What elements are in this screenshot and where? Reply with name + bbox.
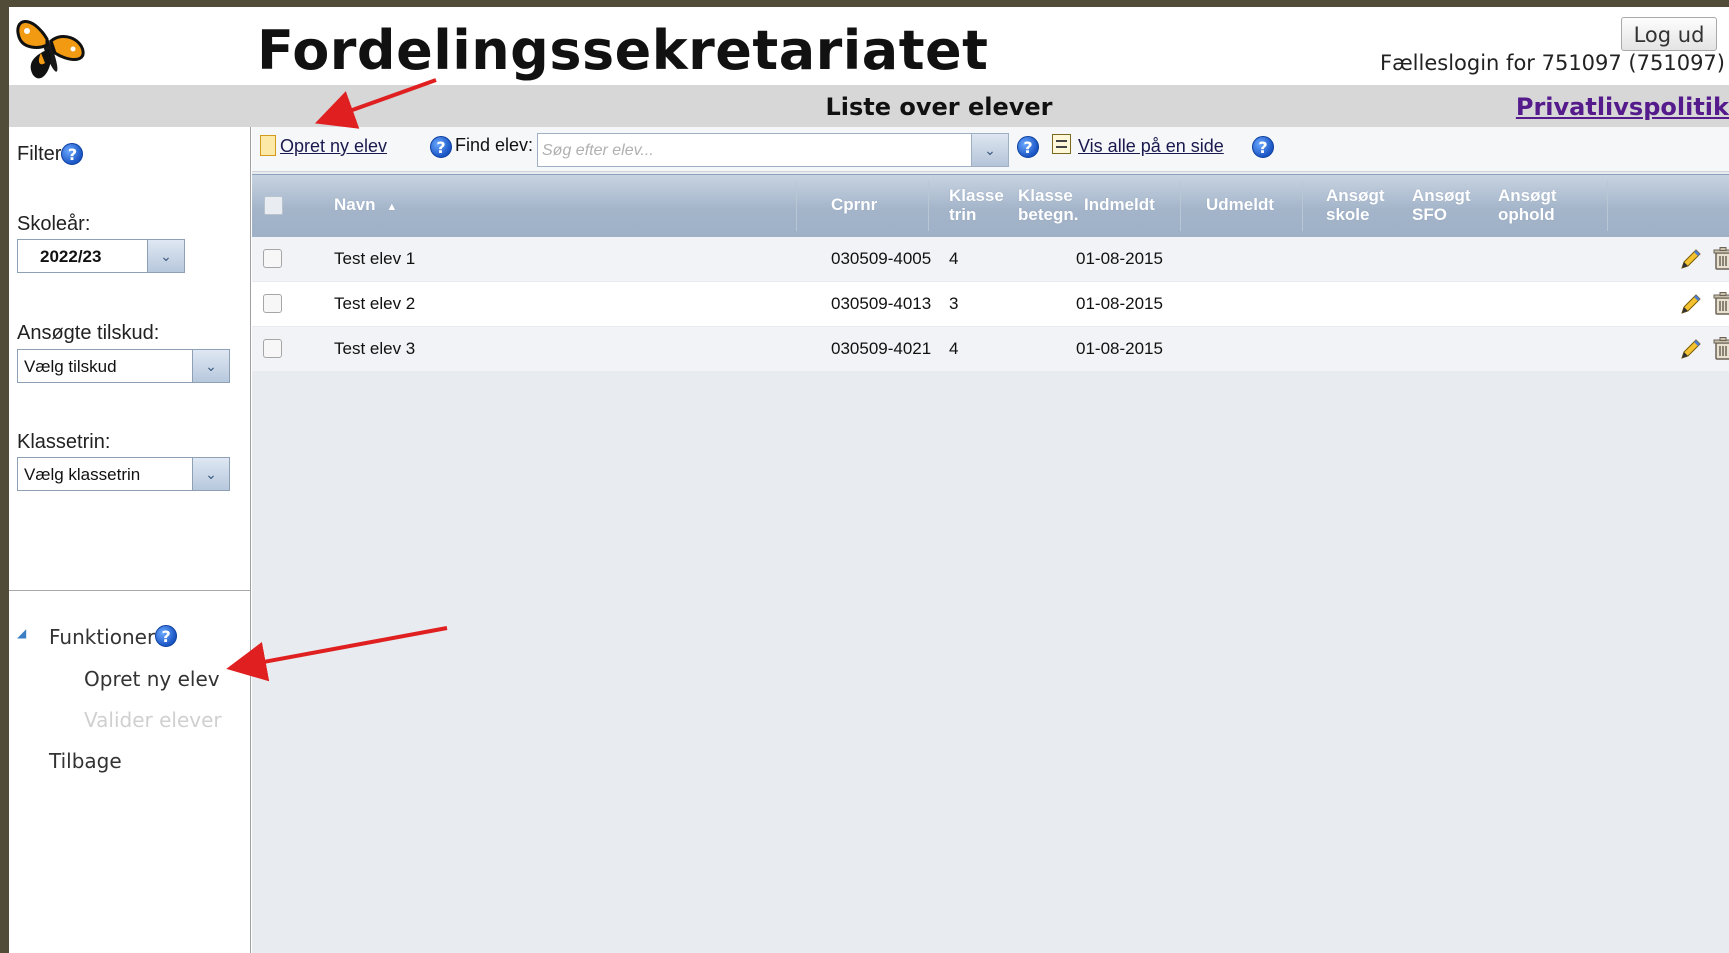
help-icon[interactable]: ?	[1017, 136, 1039, 158]
create-student-link[interactable]: Opret ny elev	[280, 136, 387, 157]
column-applied-school-line1: Ansøgt	[1326, 186, 1385, 205]
column-applied-sfo-line1: Ansøgt	[1412, 186, 1471, 205]
edit-pencil-icon[interactable]	[1679, 247, 1703, 271]
chevron-down-icon[interactable]: ⌄	[971, 134, 1008, 166]
new-document-icon	[260, 135, 276, 156]
row-checkbox[interactable]	[263, 249, 282, 268]
filter-heading: Filter?	[17, 143, 84, 166]
cell-grade: 3	[949, 294, 959, 313]
table-row[interactable]: Test elev 1 030509-4005 4 01-08-2015	[252, 237, 1729, 281]
cell-enrolled: 01-08-2015	[1076, 294, 1163, 313]
grade-select[interactable]: Vælg klassetrin ⌄	[17, 457, 230, 491]
school-year-value: 2022/23	[40, 247, 102, 266]
column-separator	[1302, 181, 1303, 231]
column-header-applied-stay[interactable]: Ansøgt ophold	[1498, 186, 1557, 224]
page-subtitle: Liste over elever	[825, 93, 1053, 121]
student-search-combo[interactable]: ⌄	[537, 133, 1009, 167]
filter-sidebar: Filter? Skoleår: 2022/23 ⌄ Ansøgte tilsk…	[9, 127, 251, 953]
chevron-down-icon[interactable]: ⌄	[192, 350, 229, 382]
table-row[interactable]: Test elev 3 030509-4021 4 01-08-2015	[252, 327, 1729, 371]
list-icon	[1052, 134, 1071, 154]
subheader-bar: Liste over elever Privatlivspolitik	[9, 85, 1729, 127]
menu-validate-students: Valider elever	[84, 708, 222, 732]
column-header-applied-school[interactable]: Ansøgt skole	[1326, 186, 1385, 224]
chevron-down-icon[interactable]: ⌄	[147, 240, 184, 272]
cell-name: Test elev 2	[334, 294, 416, 313]
subsidy-label: Ansøgte tilskud:	[17, 322, 160, 344]
school-year-label: Skoleår:	[17, 213, 91, 235]
functions-heading: Funktioner?	[49, 625, 178, 649]
login-info: Fælleslogin for 751097 (751097)	[1379, 51, 1725, 75]
column-header-class-label[interactable]: Klasse betegn.	[1018, 186, 1078, 224]
edit-pencil-icon[interactable]	[1679, 292, 1703, 316]
cell-name: Test elev 3	[334, 339, 416, 358]
table-header: Navn ▲ Cprnr Klasse trin Klasse betegn. …	[252, 174, 1729, 238]
row-checkbox[interactable]	[263, 339, 282, 358]
cell-name: Test elev 1	[334, 249, 416, 268]
cell-cpr: 030509-4021	[831, 339, 932, 358]
logout-button[interactable]: Log ud	[1621, 17, 1717, 51]
row-checkbox[interactable]	[263, 294, 282, 313]
collapse-triangle-icon[interactable]: ◢	[17, 626, 26, 640]
app-title: Fordelingssekretariatet	[257, 19, 989, 82]
trash-icon[interactable]	[1713, 247, 1729, 271]
help-icon[interactable]: ?	[61, 143, 84, 165]
functions-label: Funktioner	[49, 625, 156, 649]
trash-icon[interactable]	[1713, 292, 1729, 316]
butterfly-logo	[16, 20, 85, 79]
column-separator	[1180, 181, 1181, 231]
help-icon[interactable]: ?	[430, 136, 452, 158]
cell-cpr: 030509-4013	[831, 294, 932, 313]
column-class-line2: betegn.	[1018, 205, 1079, 224]
column-applied-stay-line1: Ansøgt	[1498, 186, 1557, 205]
column-header-unenrolled[interactable]: Udmeldt	[1206, 195, 1274, 214]
column-grade-line1: Klasse	[949, 186, 1004, 205]
column-header-cpr[interactable]: Cprnr	[831, 195, 877, 214]
sort-ascending-icon: ▲	[386, 201, 398, 213]
column-grade-line2: trin	[949, 205, 977, 224]
column-separator	[796, 181, 797, 231]
app-window: Fordelingssekretariatet Log ud Fælleslog…	[9, 7, 1729, 953]
column-name-label: Navn	[334, 195, 376, 214]
column-header-grade[interactable]: Klasse trin	[949, 186, 1004, 224]
main-content: Opret ny elev ? Find elev: ⌄ ? Vis alle …	[252, 127, 1729, 953]
column-separator	[928, 181, 929, 231]
cell-grade: 4	[949, 249, 959, 268]
select-all-checkbox[interactable]	[264, 196, 283, 215]
grade-value: Vælg klassetrin	[24, 465, 141, 484]
edit-pencil-icon[interactable]	[1679, 337, 1703, 361]
find-student-label: Find elev:	[455, 135, 534, 155]
trash-icon[interactable]	[1713, 337, 1729, 361]
column-applied-stay-line2: ophold	[1498, 205, 1555, 224]
menu-back[interactable]: Tilbage	[49, 749, 122, 773]
column-applied-sfo-line2: SFO	[1412, 205, 1447, 224]
help-icon[interactable]: ?	[1252, 136, 1274, 158]
column-header-applied-sfo[interactable]: Ansøgt SFO	[1412, 186, 1471, 224]
subsidy-select[interactable]: Vælg tilskud ⌄	[17, 349, 230, 383]
cell-grade: 4	[949, 339, 959, 358]
column-header-name[interactable]: Navn ▲	[334, 195, 397, 217]
toolbar: Opret ny elev ? Find elev: ⌄ ? Vis alle …	[252, 127, 1729, 172]
filter-label: Filter	[17, 143, 62, 165]
help-icon[interactable]: ?	[155, 625, 178, 647]
grade-label: Klassetrin:	[17, 431, 111, 453]
cell-enrolled: 01-08-2015	[1076, 339, 1163, 358]
sidebar-divider	[9, 590, 250, 591]
cell-cpr: 030509-4005	[831, 249, 932, 268]
column-class-line1: Klasse	[1018, 186, 1073, 205]
column-separator	[1607, 181, 1608, 231]
header: Fordelingssekretariatet Log ud Fælleslog…	[9, 7, 1729, 85]
show-all-link[interactable]: Vis alle på en side	[1078, 136, 1224, 157]
table-row[interactable]: Test elev 2 030509-4013 3 01-08-2015	[252, 282, 1729, 326]
column-header-enrolled[interactable]: Indmeldt	[1084, 195, 1155, 214]
chevron-down-icon[interactable]: ⌄	[192, 458, 229, 490]
student-search-input[interactable]	[540, 136, 969, 166]
privacy-policy-link[interactable]: Privatlivspolitik	[1516, 93, 1729, 121]
school-year-select[interactable]: 2022/23 ⌄	[17, 239, 185, 273]
subsidy-value: Vælg tilskud	[24, 357, 117, 376]
column-applied-school-line2: skole	[1326, 205, 1370, 224]
cell-enrolled: 01-08-2015	[1076, 249, 1163, 268]
menu-create-student[interactable]: Opret ny elev	[84, 667, 220, 691]
